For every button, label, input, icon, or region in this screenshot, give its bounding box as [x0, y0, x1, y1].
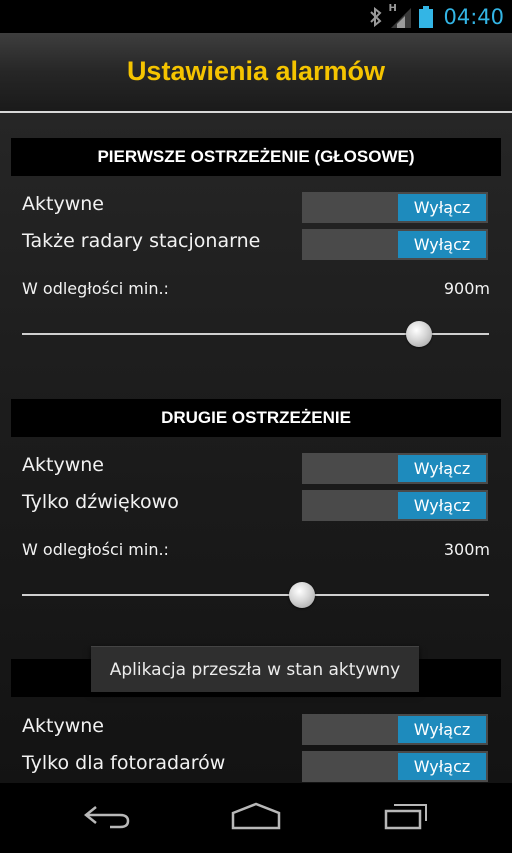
- row-label-stationary-radars: Także radary stacjonarne: [22, 230, 261, 252]
- distance-slider-second[interactable]: [22, 582, 489, 608]
- status-bar: H 04:40: [0, 0, 512, 33]
- recent-apps-button[interactable]: [380, 801, 432, 835]
- navigation-bar: [0, 783, 512, 853]
- battery-icon: [419, 5, 434, 28]
- toast-message: Aplikacja przeszła w stan aktywny: [91, 646, 419, 692]
- settings-content[interactable]: PIERWSZE OSTRZEŻENIE (GŁOSOWE) Aktywne W…: [0, 113, 512, 783]
- distance-slider-first[interactable]: [22, 321, 489, 347]
- row-label-sound-only: Tylko dźwiękowo: [22, 491, 179, 513]
- back-button[interactable]: [80, 801, 134, 835]
- toggle-sound-only[interactable]: Wyłącz: [302, 490, 488, 521]
- home-icon: [230, 801, 282, 835]
- distance-value: 900m: [443, 279, 490, 298]
- back-icon: [82, 803, 132, 833]
- toggle-button[interactable]: Wyłącz: [398, 455, 486, 482]
- row-label-active: Aktywne: [22, 193, 104, 215]
- section-header-label: DRUGIE OSTRZEŻENIE: [161, 408, 351, 427]
- title-bar: Ustawienia alarmów: [0, 33, 512, 112]
- row-label-active: Aktywne: [22, 454, 104, 476]
- signal-icon: H: [388, 2, 413, 28]
- toggle-active-second[interactable]: Wyłącz: [302, 453, 488, 484]
- toggle-stationary-radars[interactable]: Wyłącz: [302, 229, 488, 260]
- section-header-label: PIERWSZE OSTRZEŻENIE (GŁOSOWE): [97, 147, 415, 166]
- network-type-label: H: [388, 2, 397, 14]
- distance-label: W odległości min.:: [22, 279, 169, 298]
- slider-thumb[interactable]: [405, 321, 432, 347]
- status-time: 04:40: [443, 4, 504, 29]
- toggle-button[interactable]: Wyłącz: [398, 492, 486, 519]
- distance-label: W odległości min.:: [22, 540, 169, 559]
- toggle-button[interactable]: Wyłącz: [398, 753, 486, 780]
- section-header-first-warning: PIERWSZE OSTRZEŻENIE (GŁOSOWE): [11, 138, 501, 176]
- toggle-active-first[interactable]: Wyłącz: [302, 192, 488, 223]
- status-icons: H 04:40: [369, 0, 504, 33]
- bluetooth-icon: [369, 6, 383, 27]
- toggle-active-third[interactable]: Wyłącz: [302, 714, 488, 745]
- distance-value: 300m: [443, 540, 490, 559]
- toggle-button[interactable]: Wyłącz: [398, 194, 486, 221]
- recent-apps-icon: [382, 801, 430, 835]
- toggle-speed-cameras-only[interactable]: Wyłącz: [302, 751, 488, 782]
- toast-text: Aplikacja przeszła w stan aktywny: [109, 659, 401, 680]
- toggle-button[interactable]: Wyłącz: [398, 716, 486, 743]
- section-header-second-warning: DRUGIE OSTRZEŻENIE: [11, 399, 501, 437]
- slider-thumb[interactable]: [289, 582, 316, 608]
- row-label-speed-cameras-only: Tylko dla fotoradarów: [22, 752, 226, 774]
- row-label-active: Aktywne: [22, 715, 104, 737]
- page-title: Ustawienia alarmów: [126, 56, 386, 86]
- toggle-button[interactable]: Wyłącz: [398, 231, 486, 258]
- home-button[interactable]: [228, 801, 284, 835]
